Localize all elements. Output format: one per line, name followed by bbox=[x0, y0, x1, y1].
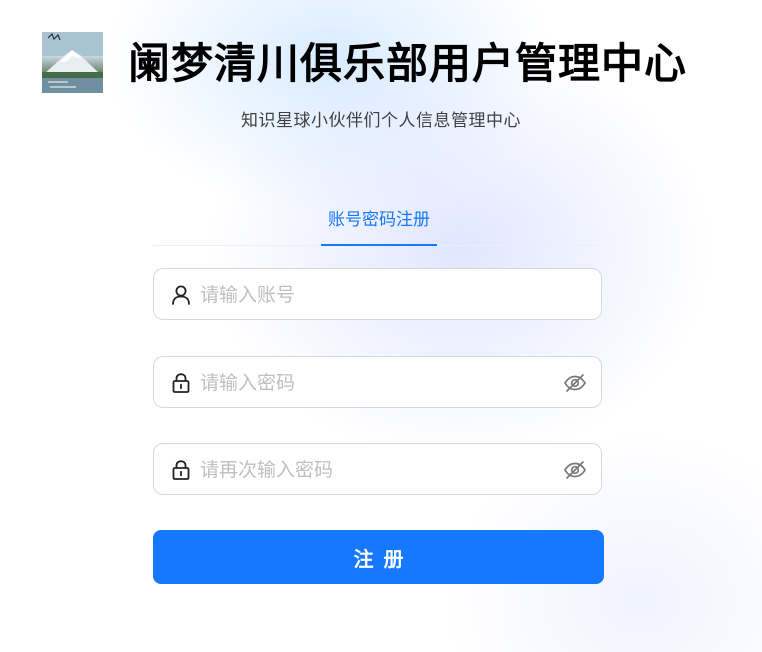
account-field[interactable] bbox=[153, 268, 602, 320]
lock-icon bbox=[172, 373, 190, 393]
page-subtitle: 知识星球小伙伴们个人信息管理中心 bbox=[241, 111, 521, 131]
account-input[interactable] bbox=[198, 277, 542, 313]
user-icon bbox=[172, 285, 190, 305]
page-title: 阑梦清川俱乐部用户管理中心 bbox=[128, 39, 688, 88]
tab-active-indicator bbox=[321, 244, 437, 246]
header: 阑梦清川俱乐部用户管理中心 bbox=[42, 32, 732, 94]
logo bbox=[42, 32, 103, 93]
password-field[interactable] bbox=[153, 356, 602, 408]
tab-account-password-register[interactable]: 账号密码注册 bbox=[321, 205, 437, 230]
password-input[interactable] bbox=[198, 365, 542, 401]
lock-icon bbox=[172, 460, 190, 480]
snow-mountain-lake-icon bbox=[42, 32, 103, 93]
register-button[interactable]: 注册 bbox=[153, 530, 604, 584]
eye-invisible-icon[interactable] bbox=[563, 371, 587, 395]
tab-bar: 账号密码注册 bbox=[153, 195, 604, 246]
confirm-password-field[interactable] bbox=[153, 443, 602, 495]
confirm-password-input[interactable] bbox=[198, 452, 542, 488]
eye-invisible-icon[interactable] bbox=[563, 458, 587, 482]
